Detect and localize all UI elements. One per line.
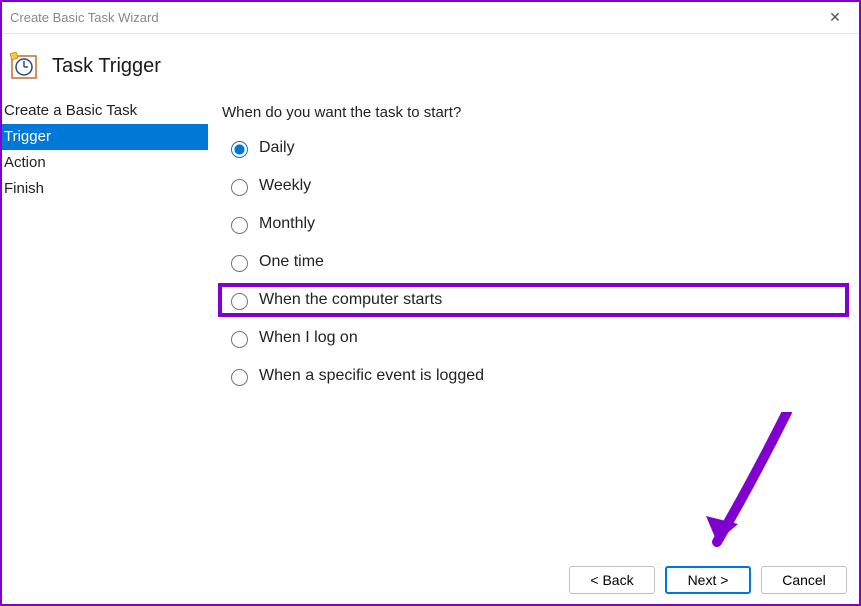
radio-monthly[interactable] <box>231 217 248 234</box>
option-when-log-on[interactable]: When I log on <box>222 325 845 351</box>
wizard-footer: < Back Next > Cancel <box>569 566 847 594</box>
page-title: Task Trigger <box>52 55 161 78</box>
step-action[interactable]: Action <box>2 150 208 176</box>
wizard-content: When do you want the task to start? Dail… <box>208 98 859 546</box>
trigger-question: When do you want the task to start? <box>222 104 845 121</box>
step-create-basic-task[interactable]: Create a Basic Task <box>2 98 208 124</box>
step-finish[interactable]: Finish <box>2 176 208 202</box>
option-specific-event[interactable]: When a specific event is logged <box>222 363 845 389</box>
option-weekly[interactable]: Weekly <box>222 173 845 199</box>
option-one-time[interactable]: One time <box>222 249 845 275</box>
option-label: One time <box>259 253 324 271</box>
close-button[interactable]: ✕ <box>811 3 859 33</box>
cancel-button[interactable]: Cancel <box>761 566 847 594</box>
option-label: Monthly <box>259 215 315 233</box>
radio-log-on[interactable] <box>231 331 248 348</box>
wizard-steps-sidebar: Create a Basic Task Trigger Action Finis… <box>2 98 208 546</box>
radio-one-time[interactable] <box>231 255 248 272</box>
back-button[interactable]: < Back <box>569 566 655 594</box>
radio-weekly[interactable] <box>231 179 248 196</box>
radio-specific-event[interactable] <box>231 369 248 386</box>
option-label: When the computer starts <box>259 291 442 309</box>
wizard-header: Task Trigger <box>2 34 859 98</box>
trigger-options: Daily Weekly Monthly One time When the c… <box>222 135 845 389</box>
title-bar: Create Basic Task Wizard ✕ <box>2 2 859 34</box>
option-label: When a specific event is logged <box>259 367 484 385</box>
close-icon: ✕ <box>829 9 841 26</box>
radio-daily[interactable] <box>231 141 248 158</box>
option-when-computer-starts[interactable]: When the computer starts <box>218 283 849 317</box>
step-trigger[interactable]: Trigger <box>2 124 208 150</box>
window-title: Create Basic Task Wizard <box>10 10 159 25</box>
option-label: Weekly <box>259 177 311 195</box>
next-button[interactable]: Next > <box>665 566 751 594</box>
radio-computer-starts[interactable] <box>231 293 248 310</box>
clock-icon <box>8 50 40 82</box>
option-monthly[interactable]: Monthly <box>222 211 845 237</box>
option-label: When I log on <box>259 329 358 347</box>
option-daily[interactable]: Daily <box>222 135 845 161</box>
option-label: Daily <box>259 139 295 157</box>
